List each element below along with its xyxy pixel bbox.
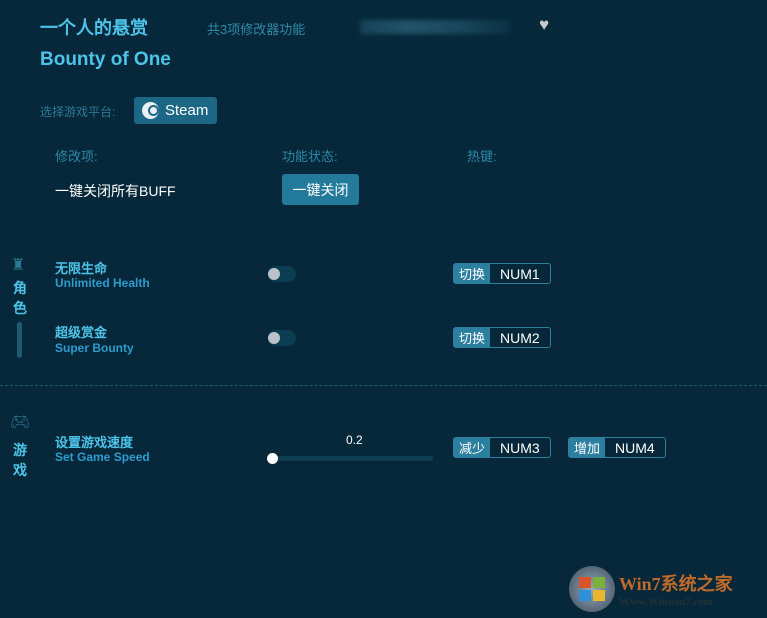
disable-buff-label: 一键关闭所有BUFF <box>55 183 176 199</box>
super-bounty-hotkey[interactable]: 切换 NUM2 <box>453 327 551 348</box>
watermark-brand: Win7系统之家 <box>619 574 733 594</box>
unlimited-health-en: Unlimited Health <box>55 276 150 290</box>
super-bounty-en: Super Bounty <box>55 341 134 355</box>
steam-icon <box>142 102 159 119</box>
game-speed-slider[interactable] <box>272 456 433 461</box>
character-icon: ♜ <box>11 257 26 274</box>
column-header-item: 修改项: <box>55 149 98 164</box>
super-bounty-cn: 超级赏金 <box>55 325 108 340</box>
column-header-status: 功能状态: <box>282 149 338 164</box>
unlimited-health-hotkey[interactable]: 切换 NUM1 <box>453 263 551 284</box>
steam-platform-button[interactable]: Steam <box>134 97 217 124</box>
game-title-cn: 一个人的悬赏 <box>40 18 148 38</box>
game-speed-value: 0.2 <box>346 433 363 447</box>
section-label-character: 角 色 <box>13 280 27 316</box>
game-speed-decrease-hotkey[interactable]: 减少 NUM3 <box>453 437 551 458</box>
game-title-en: Bounty of One <box>40 49 171 70</box>
blurred-info <box>360 20 510 34</box>
section-label-game: 游 戏 <box>13 442 27 478</box>
gamepad-icon: 🎮︎ <box>10 414 31 431</box>
windows-logo-icon <box>569 566 615 612</box>
steam-label: Steam <box>165 102 209 119</box>
section-divider <box>0 385 767 386</box>
super-bounty-toggle[interactable] <box>268 330 296 346</box>
game-speed-increase-hotkey[interactable]: 增加 NUM4 <box>568 437 666 458</box>
game-speed-en: Set Game Speed <box>55 450 150 464</box>
unlimited-health-toggle[interactable] <box>268 266 296 282</box>
platform-label: 选择游戏平台: <box>40 105 116 119</box>
disable-all-buff-button[interactable]: 一键关闭 <box>282 174 359 205</box>
watermark: Win7系统之家 Www.Winwin7.com <box>569 566 733 612</box>
feature-count: 共3项修改器功能 <box>207 22 306 37</box>
game-speed-cn: 设置游戏速度 <box>55 435 134 450</box>
unlimited-health-cn: 无限生命 <box>55 261 108 276</box>
heart-icon[interactable]: ♥ <box>539 15 549 35</box>
section-scrollbar[interactable] <box>17 322 22 358</box>
column-header-hotkey: 热键: <box>467 149 497 164</box>
watermark-url: Www.Winwin7.com <box>619 596 713 608</box>
game-speed-slider-thumb[interactable] <box>267 453 278 464</box>
